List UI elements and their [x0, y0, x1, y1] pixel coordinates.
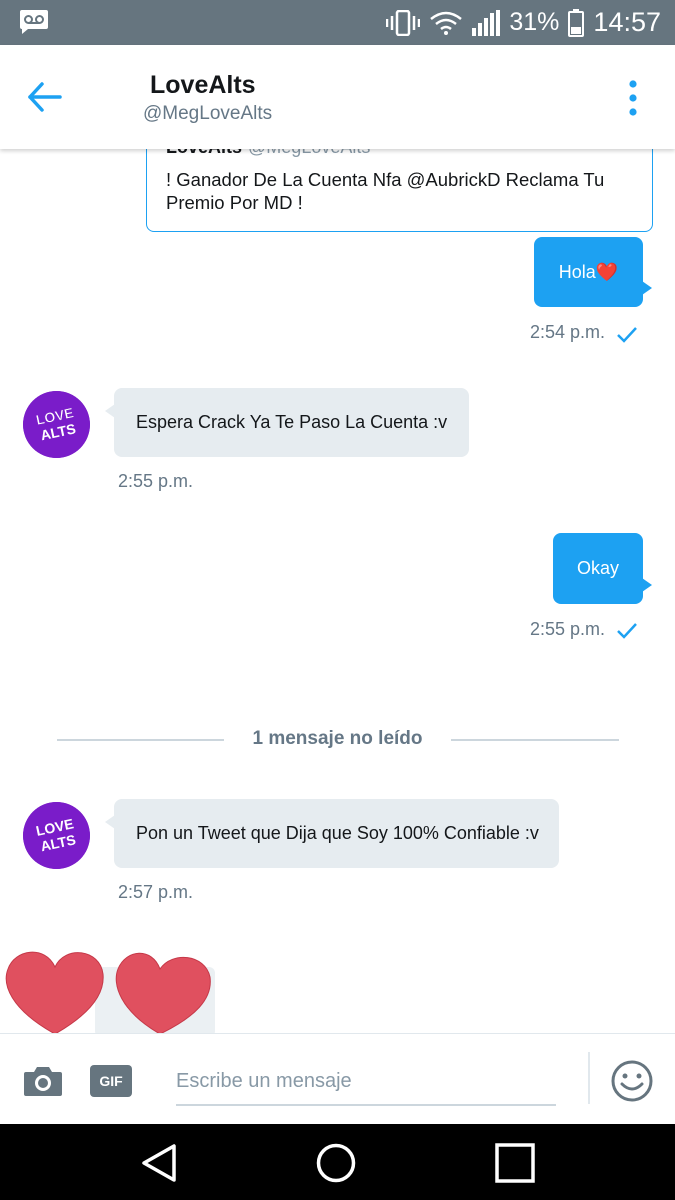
message-timestamp: 2:57 p.m. [118, 882, 194, 902]
outgoing-message-bubble[interactable]: Hola❤️ [534, 237, 652, 307]
conversation-header: LoveAlts @MegLoveAlts [0, 45, 675, 149]
message-text: Okay [576, 558, 619, 578]
compose-bar: GIF [0, 1033, 675, 1124]
message-timestamp: 2:55 p.m. [118, 471, 194, 491]
conversation-title: LoveAlts [150, 71, 256, 99]
message-text: Espera Crack Ya Te Paso La Cuenta :v [136, 412, 448, 432]
compose-divider [588, 1052, 590, 1104]
unread-divider: 1 mensaje no leído [0, 725, 675, 755]
recents-nav-icon[interactable] [494, 1142, 536, 1184]
quoted-tweet-card[interactable]: LoveAlts @MegLoveAlts ! Ganador De La Cue… [146, 149, 653, 232]
hearts-sticker [5, 951, 215, 1033]
quoted-tweet-author: LoveAlts [166, 149, 242, 157]
back-arrow-icon[interactable] [24, 77, 66, 117]
quoted-tweet-handle: @MegLoveAlts [248, 149, 370, 157]
gif-button[interactable]: GIF [90, 1065, 132, 1097]
wifi-icon [430, 11, 463, 35]
incoming-message-bubble[interactable]: Espera Crack Ya Te Paso La Cuenta :v [105, 388, 469, 457]
status-bar: 31% 14:57 [0, 0, 675, 45]
message-text: Pon un Tweet que Dija que Soy 100% Confi… [136, 823, 539, 843]
read-checkmark-icon [617, 623, 637, 639]
clock: 14:57 [593, 7, 661, 37]
vibrate-icon [386, 9, 421, 36]
battery-percent: 31% [509, 8, 560, 36]
message-timestamp: 2:54 p.m. [530, 322, 606, 342]
message-list[interactable]: LoveAlts @MegLoveAlts ! Ganador De La Cue… [0, 149, 675, 1033]
camera-icon[interactable] [22, 1064, 64, 1098]
heart-icon [5, 951, 104, 1033]
incoming-message-bubble[interactable]: Pon un Tweet que Dija que Soy 100% Confi… [105, 799, 559, 868]
lovealts-logo: LOVE ALTS [23, 391, 90, 458]
read-checkmark-icon [617, 327, 637, 343]
emoji-icon[interactable] [610, 1059, 654, 1103]
message-input[interactable] [176, 1056, 556, 1106]
navigation-bar [0, 1124, 675, 1200]
more-options-icon[interactable] [620, 79, 646, 119]
outgoing-message-bubble[interactable]: Okay [553, 533, 652, 604]
battery-icon [568, 8, 585, 37]
signal-icon [472, 9, 501, 36]
quoted-tweet-text: ! Ganador De La Cuenta Nfa @AubrickD Rec… [166, 169, 605, 213]
home-nav-icon[interactable] [315, 1142, 357, 1184]
message-timestamp: 2:55 p.m. [530, 619, 606, 639]
message-text: Hola❤️ [558, 261, 619, 282]
conversation-handle: @MegLoveAlts [143, 103, 273, 124]
avatar[interactable]: LOVE ALTS [23, 391, 90, 458]
back-nav-icon[interactable] [138, 1142, 180, 1184]
voicemail-icon [20, 10, 48, 34]
lovealts-logo: LOVE ALTS [23, 802, 90, 869]
avatar[interactable]: LOVE ALTS [23, 802, 90, 869]
